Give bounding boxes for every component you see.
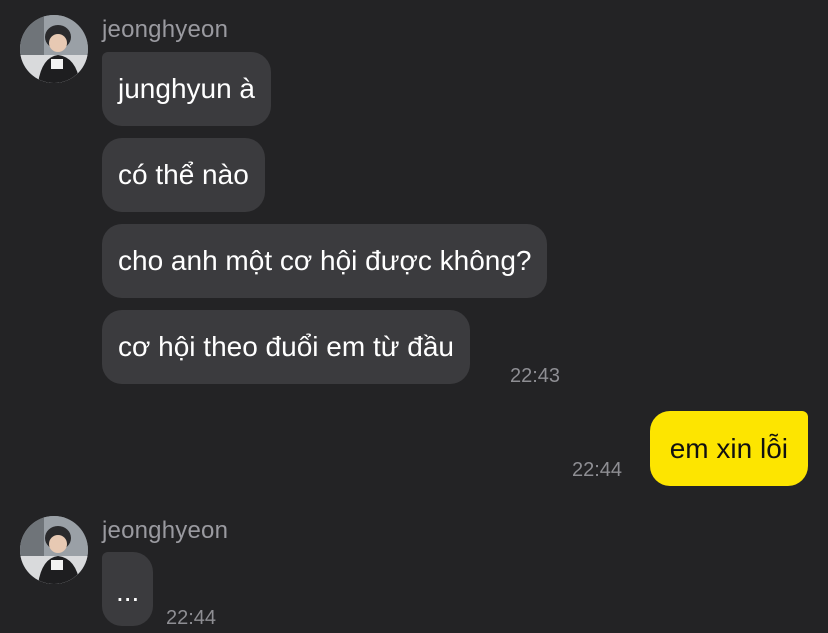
message-bubble-incoming[interactable]: cho anh một cơ hội được không? <box>102 224 548 298</box>
message-bubble-incoming[interactable]: có thể nào <box>102 138 265 212</box>
message-bubble-incoming[interactable]: cơ hội theo đuổi em từ đầu <box>102 310 470 384</box>
message-timestamp: 22:43 <box>510 365 561 387</box>
profile-photo-icon <box>20 15 88 83</box>
sender-name: jeonghyeon <box>102 16 229 43</box>
message-bubble-incoming[interactable]: junghyun à <box>102 52 272 126</box>
message-bubble-outgoing[interactable]: em xin lỗi <box>649 411 808 486</box>
sender-name: jeonghyeon <box>102 517 229 544</box>
message-timestamp: 22:44 <box>166 607 217 629</box>
avatar[interactable] <box>20 15 88 83</box>
message-timestamp: 22:44 <box>572 459 623 481</box>
message-bubble-incoming[interactable]: ... <box>102 552 154 626</box>
profile-photo-icon <box>20 516 88 584</box>
avatar[interactable] <box>20 516 88 584</box>
